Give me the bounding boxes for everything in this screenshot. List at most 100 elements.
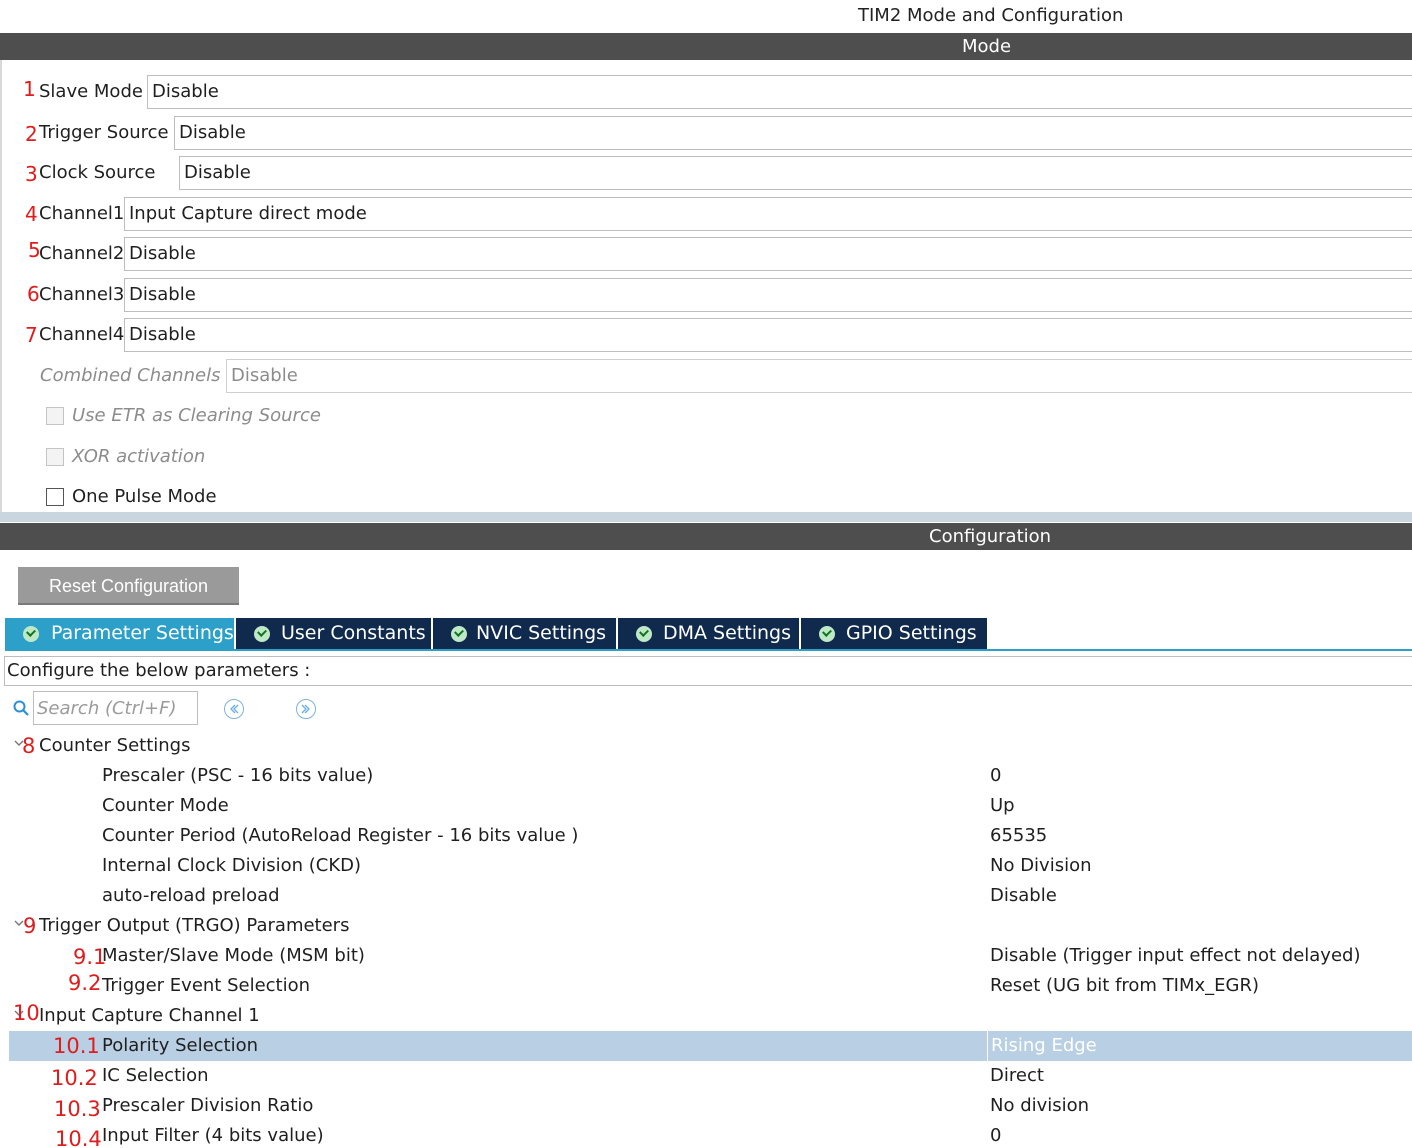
annotation-number: 1 [23,77,36,101]
channel3-select[interactable]: Disable [124,278,1412,312]
param-label: Counter Mode [102,795,229,816]
annotation-number: 7 [25,323,38,347]
trigger-source-label: Trigger Source [39,122,169,143]
check-circle-icon [636,626,652,642]
mode-row-channel1: 4 Channel1 Input Capture direct mode [0,197,1412,231]
param-label: Master/Slave Mode (MSM bit) [102,945,365,966]
param-row-auto-reload-preload[interactable]: auto-reload preload Disable [9,881,1412,911]
param-row-input-filter[interactable]: 10.4 Input Filter (4 bits value) 0 [9,1121,1412,1148]
group-input-capture-channel-1[interactable]: 10 Input Capture Channel 1 [9,1001,1412,1031]
param-label: Polarity Selection [102,1035,259,1056]
one-pulse-mode-checkbox[interactable] [46,488,64,506]
annotation-number: 3 [25,162,38,186]
group-label: Trigger Output (TRGO) Parameters [39,915,350,936]
mode-row-slave-mode: 1 Slave Mode Disable [0,75,1412,109]
param-row-counter-mode[interactable]: Counter Mode Up [9,791,1412,821]
use-etr-checkbox[interactable] [46,407,64,425]
tab-parameter-settings[interactable]: Parameter Settings [5,618,235,649]
reset-configuration-button[interactable]: Reset Configuration [18,567,239,605]
channel3-label: Channel3 [39,284,125,305]
clock-source-select[interactable]: Disable [179,156,1412,190]
tab-label: Parameter Settings [51,622,234,644]
search-input[interactable] [33,691,198,725]
param-label: Trigger Event Selection [102,975,311,996]
annotation-number: 10 [13,1001,40,1025]
channel1-select[interactable]: Input Capture direct mode [124,197,1412,231]
channel4-label: Channel4 [39,324,125,345]
slave-mode-label: Slave Mode [39,81,143,102]
group-counter-settings[interactable]: 8 Counter Settings [9,731,1412,761]
mode-row-clock-source: 3 Clock Source Disable [0,156,1412,190]
check-circle-icon [819,626,835,642]
annotation-number: 10.2 [51,1066,98,1090]
param-value[interactable]: No division [987,1091,1412,1121]
previous-result-icon[interactable] [224,699,244,719]
param-row-clock-division[interactable]: Internal Clock Division (CKD) No Divisio… [9,851,1412,881]
group-label: Input Capture Channel 1 [39,1005,260,1026]
param-value[interactable]: Disable [987,881,1412,911]
param-row-polarity-selection[interactable]: 10.1 Polarity Selection Rising Edge [9,1031,1412,1061]
tab-label: NVIC Settings [476,622,607,644]
tab-nvic-settings[interactable]: NVIC Settings [433,618,617,649]
mode-row-combined-channels: Combined Channels Disable [0,359,1412,393]
annotation-number: 9.2 [68,971,102,995]
param-label: Prescaler Division Ratio [102,1095,314,1116]
param-row-ic-selection[interactable]: 10.2 IC Selection Direct [9,1061,1412,1091]
combined-channels-select[interactable]: Disable [226,359,1412,393]
param-value[interactable]: 65535 [987,821,1412,851]
param-value[interactable]: Reset (UG bit from TIMx_EGR) [987,971,1412,1001]
tab-user-constants[interactable]: User Constants [236,618,432,649]
param-value[interactable]: No Division [987,851,1412,881]
annotation-number: 6 [27,282,40,306]
param-label: Counter Period (AutoReload Register - 16… [102,825,579,846]
slave-mode-select[interactable]: Disable [147,75,1412,109]
param-value[interactable]: 0 [987,1121,1412,1148]
tab-label: User Constants [281,622,426,644]
param-label: Input Filter (4 bits value) [102,1125,324,1146]
param-label: IC Selection [102,1065,209,1086]
xor-activation-label: XOR activation [72,446,206,467]
annotation-number: 9 [23,914,37,938]
configuration-header-label: Configuration [929,526,1052,547]
window-title-text: TIM2 Mode and Configuration [858,5,1124,26]
tab-underline [5,649,1412,651]
channel1-label: Channel1 [39,203,125,224]
check-circle-icon [451,626,467,642]
section-divider[interactable] [0,512,1412,522]
param-value[interactable]: 0 [987,761,1412,791]
trigger-source-select[interactable]: Disable [174,116,1412,150]
tab-dma-settings[interactable]: DMA Settings [618,618,800,649]
xor-activation-checkbox[interactable] [46,448,64,466]
param-row-trigger-event-selection[interactable]: 9.2 Trigger Event Selection Reset (UG bi… [9,971,1412,1001]
search-icon [13,700,29,716]
group-label: Counter Settings [39,735,191,756]
one-pulse-mode-label: One Pulse Mode [72,486,217,507]
param-label: auto-reload preload [102,885,280,906]
param-label: Internal Clock Division (CKD) [102,855,362,876]
channel4-select[interactable]: Disable [124,318,1412,352]
param-value[interactable]: Rising Edge [987,1031,1412,1061]
param-value[interactable]: Up [987,791,1412,821]
param-row-counter-period[interactable]: Counter Period (AutoReload Register - 16… [9,821,1412,851]
param-row-prescaler[interactable]: Prescaler (PSC - 16 bits value) 0 [9,761,1412,791]
clock-source-label: Clock Source [39,162,156,183]
channel2-label: Channel2 [39,243,125,264]
param-value[interactable]: Direct [987,1061,1412,1091]
check-circle-icon [23,626,39,642]
tab-label: DMA Settings [663,622,791,644]
channel2-select[interactable]: Disable [124,237,1412,271]
tab-gpio-settings[interactable]: GPIO Settings [801,618,988,649]
param-row-prescaler-division-ratio[interactable]: 10.3 Prescaler Division Ratio No divisio… [9,1091,1412,1121]
mode-header-label: Mode [962,36,1012,57]
annotation-number: 10.3 [54,1097,101,1121]
combined-channels-label: Combined Channels [40,365,221,386]
mode-row-channel2: 5 Channel2 Disable [0,237,1412,271]
window-title: TIM2 Mode and Configuration [0,0,1412,30]
param-row-master-slave-mode[interactable]: 9.1 Master/Slave Mode (MSM bit) Disable … [9,941,1412,971]
param-value[interactable]: Disable (Trigger input effect not delaye… [987,941,1412,971]
tab-label: GPIO Settings [846,622,977,644]
annotation-number: 4 [25,202,38,226]
annotation-number: 2 [25,122,38,146]
group-trigger-output[interactable]: 9 Trigger Output (TRGO) Parameters [9,911,1412,941]
next-result-icon[interactable] [296,699,316,719]
